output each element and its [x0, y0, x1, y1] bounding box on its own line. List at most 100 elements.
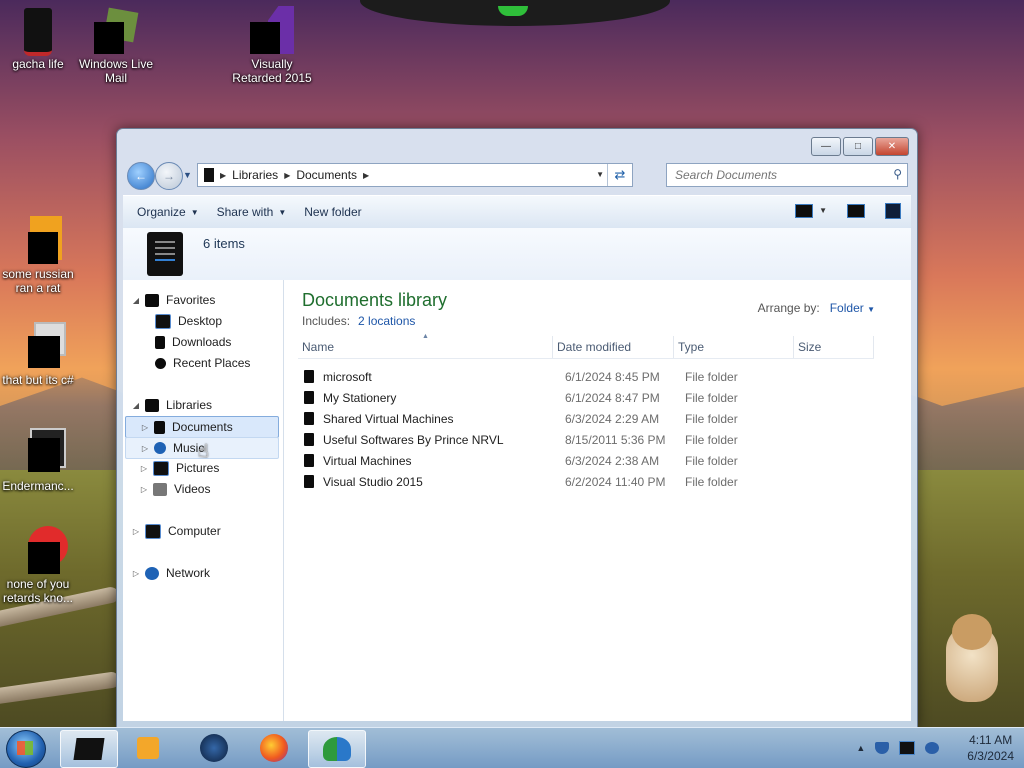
mail-icon [92, 6, 140, 54]
new-folder-button[interactable]: New folder [304, 205, 361, 219]
change-view-icon[interactable] [795, 204, 814, 218]
desktop-icon-c-sharp[interactable]: that but its c# [0, 322, 86, 387]
taskbar-app[interactable] [186, 730, 242, 766]
explorer-window: — □ ✕ ← → ▼ ▶ Libraries ▶ Documents ▶ ▼ … [116, 128, 918, 728]
nav-libraries[interactable]: ◢ Libraries [131, 395, 283, 415]
security-shield-icon[interactable] [875, 742, 890, 754]
column-header-type[interactable]: Type [674, 336, 794, 358]
expand-icon[interactable]: ▷ [139, 485, 149, 494]
clock[interactable]: 4:11 AM 6/3/2024 [967, 732, 1014, 764]
music-icon [154, 442, 166, 454]
recent-pages-dropdown[interactable]: ▼ [183, 170, 192, 180]
chevron-down-icon: ▼ [867, 305, 875, 314]
back-button[interactable]: ← [127, 162, 155, 190]
file-row[interactable]: My Stationery 6/1/2024 8:47 PM File fold… [298, 387, 874, 408]
maximize-button[interactable]: □ [843, 137, 873, 156]
nav-label: Favorites [166, 293, 216, 307]
caption-buttons: — □ ✕ [809, 137, 909, 156]
file-row[interactable]: Useful Softwares By Prince NRVL 8/15/201… [298, 429, 874, 450]
organize-button[interactable]: Organize ▼ [137, 205, 199, 219]
close-button[interactable]: ✕ [875, 137, 909, 156]
nav-recent-places[interactable]: Recent Places [141, 353, 283, 373]
file-row[interactable]: microsoft 6/1/2024 8:45 PM File folder [298, 366, 874, 387]
arrange-by-dropdown[interactable]: Folder ▼ [830, 301, 875, 315]
show-hidden-icons-button[interactable]: ▲ [856, 743, 865, 753]
start-button[interactable] [6, 730, 46, 768]
file-name: Visual Studio 2015 [323, 474, 423, 489]
folder-icon [304, 412, 314, 425]
nav-network[interactable]: ▷ Network [131, 563, 283, 583]
expand-icon[interactable]: ▷ [140, 423, 150, 432]
help-icon[interactable] [885, 203, 901, 219]
column-header-name[interactable]: Name [298, 336, 553, 358]
desktop-icon-none-of-you[interactable]: none of you retards kno... [0, 526, 86, 605]
item-count: 6 items [203, 236, 245, 251]
expand-icon[interactable]: ▷ [131, 569, 141, 578]
file-row[interactable]: Virtual Machines 6/3/2024 2:38 AM File f… [298, 450, 874, 471]
new-folder-label: New folder [304, 205, 362, 219]
file-type: File folder [685, 390, 738, 405]
windows-logo-icon [17, 741, 33, 755]
chevron-down-icon: ▼ [190, 207, 199, 217]
expand-icon[interactable]: ▷ [140, 444, 150, 453]
breadcrumb-separator-icon[interactable]: ▶ [284, 171, 290, 180]
breadcrumb-separator-icon[interactable]: ▶ [363, 171, 369, 180]
nav-downloads[interactable]: Downloads [141, 332, 283, 352]
breadcrumb-documents[interactable]: Documents [296, 168, 357, 182]
file-type: File folder [685, 369, 738, 384]
share-with-label: Share with [216, 205, 274, 219]
volume-icon[interactable] [925, 742, 940, 754]
refresh-button[interactable]: ⇄ [607, 164, 632, 186]
minimize-button[interactable]: — [811, 137, 841, 156]
search-input[interactable] [673, 167, 877, 183]
network-icon[interactable] [899, 741, 916, 755]
folder-icon [304, 433, 314, 446]
media-player-icon [137, 737, 159, 759]
desktop-icon-windows-live-mail[interactable]: Windows Live Mail [68, 6, 164, 85]
address-bar[interactable]: ▶ Libraries ▶ Documents ▶ ▼ ⇄ [197, 163, 633, 187]
file-row[interactable]: Visual Studio 2015 6/2/2024 11:40 PM Fil… [298, 471, 874, 492]
collapse-icon[interactable]: ◢ [131, 401, 141, 410]
nav-videos[interactable]: ▷ Videos [139, 479, 283, 499]
nav-favorites[interactable]: ◢ Favorites [131, 290, 283, 310]
library-includes: Includes: 2 locations [302, 314, 415, 328]
downloads-icon [155, 335, 165, 349]
system-tray: ▲ 4:11 AM 6/3/2024 [856, 728, 1014, 768]
nav-computer[interactable]: ▷ Computer [131, 521, 283, 541]
view-options-dropdown-icon[interactable]: ▼ [819, 206, 827, 219]
view-controls: ▼ [775, 203, 901, 219]
taskbar: ▲ 4:11 AM 6/3/2024 [0, 727, 1024, 768]
locations-link[interactable]: 2 locations [358, 314, 415, 328]
search-icon[interactable]: ⚲ [893, 167, 902, 181]
app-icon [14, 322, 66, 370]
file-row[interactable]: Shared Virtual Machines 6/3/2024 2:29 AM… [298, 408, 874, 429]
column-header-date-modified[interactable]: Date modified [553, 336, 674, 358]
share-with-button[interactable]: Share with ▼ [217, 205, 287, 219]
desktop-icon-visual-studio[interactable]: Visually Retarded 2015 [224, 6, 320, 85]
taskbar-media-player[interactable] [120, 730, 176, 766]
file-date: 8/15/2011 5:36 PM [565, 432, 666, 447]
expand-icon[interactable]: ▷ [131, 527, 141, 536]
network-globe-icon [145, 566, 159, 580]
preview-pane-icon[interactable] [847, 204, 865, 218]
library-icon [204, 168, 214, 182]
desktop-icon-endermanch[interactable]: Endermanc... [0, 428, 86, 493]
taskbar-firefox[interactable] [246, 730, 302, 766]
expand-icon[interactable]: ▷ [139, 464, 149, 473]
forward-button[interactable]: → [155, 162, 183, 190]
desktop-icon-russian-rat[interactable]: some russian ran a rat [0, 216, 86, 295]
nav-desktop[interactable]: Desktop [141, 311, 283, 331]
taskbar-explorer[interactable] [60, 730, 118, 768]
taskbar-messenger[interactable] [308, 730, 366, 768]
folder-icon [304, 454, 314, 467]
file-rows: microsoft 6/1/2024 8:45 PM File folder M… [298, 366, 874, 492]
forward-arrow-icon: → [163, 169, 175, 183]
breadcrumb-libraries[interactable]: Libraries [232, 168, 278, 182]
breadcrumb-separator-icon[interactable]: ▶ [220, 171, 226, 180]
address-dropdown-icon[interactable]: ▼ [596, 170, 604, 179]
nav-documents[interactable]: ▷ Documents [125, 416, 279, 438]
column-header-size[interactable]: Size [794, 336, 874, 358]
search-box[interactable]: ⚲ [666, 163, 908, 187]
nav-pictures[interactable]: ▷ Pictures [139, 458, 283, 478]
collapse-icon[interactable]: ◢ [131, 296, 141, 305]
